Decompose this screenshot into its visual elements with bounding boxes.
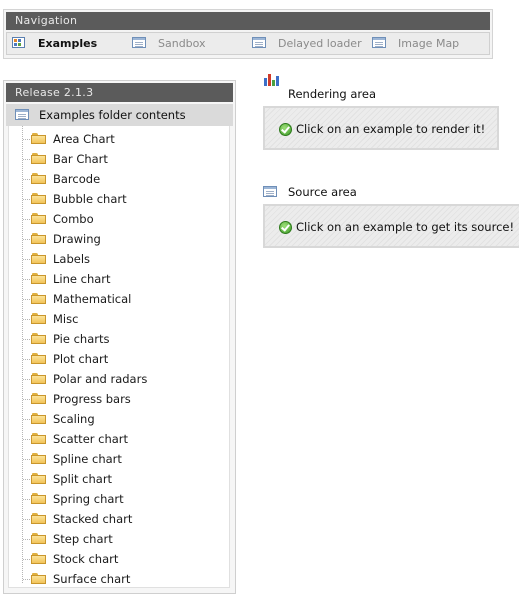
folder-icon [31,392,47,405]
folder-item[interactable]: Mathematical [9,289,229,309]
folder-item[interactable]: Misc [9,309,229,329]
tree-root-label: Examples folder contents [39,108,186,122]
folder-label: Stock chart [53,552,119,566]
document-icon [15,109,29,120]
folder-icon [31,332,47,345]
tab-label: Delayed loader [278,37,362,50]
release-header: Release 2.1.3 [6,83,233,102]
folder-label: Bar Chart [53,152,108,166]
folder-icon [31,512,47,525]
document-icon [263,186,277,197]
document-icon [252,37,266,48]
rendering-area-title: Rendering area [288,87,377,101]
grid-icon [12,37,25,48]
check-circle-icon [279,221,292,234]
folder-label: Step chart [53,532,113,546]
folder-icon [31,212,47,225]
source-message: Click on an example to get its source! [296,220,515,234]
folder-icon [31,312,47,325]
tab-sandbox[interactable]: Sandbox [132,33,232,54]
tab-label: Examples [38,37,98,50]
folder-label: Combo [53,212,94,226]
folder-item[interactable]: Plot chart [9,349,229,369]
release-panel: Release 2.1.3 Examples folder contents A… [3,80,236,594]
folder-label: Split chart [53,472,113,486]
folder-item[interactable]: Step chart [9,529,229,549]
folder-label: Mathematical [53,292,132,306]
navigation-panel: Navigation Examples Sandbox Delayed load… [3,9,493,59]
folder-icon [31,552,47,565]
tab-label: Image Map [398,37,460,50]
folder-label: Line chart [53,272,111,286]
folder-icon [31,132,47,145]
folder-label: Surface chart [53,572,131,586]
folder-item[interactable]: Split chart [9,469,229,489]
folder-item[interactable]: Area Chart [9,129,229,149]
folder-label: Stacked chart [53,512,133,526]
folder-label: Bubble chart [53,192,127,206]
folder-item[interactable]: Barcode [9,169,229,189]
tab-examples[interactable]: Examples [12,33,122,54]
folder-icon [31,432,47,445]
folder-icon [31,152,47,165]
folder-icon [31,372,47,385]
folder-item[interactable]: Stock chart [9,549,229,569]
folder-item[interactable]: Surface chart [9,569,229,589]
folder-item[interactable]: Labels [9,249,229,269]
tab-label: Sandbox [158,37,206,50]
folder-icon [31,472,47,485]
folder-item[interactable]: Scaling [9,409,229,429]
check-circle-icon [279,123,292,136]
folder-item[interactable]: Bubble chart [9,189,229,209]
folder-label: Pie charts [53,332,110,346]
document-icon [132,37,146,48]
folder-label: Misc [53,312,79,326]
tab-image-map[interactable]: Image Map [372,33,482,54]
source-area-box[interactable]: Click on an example to get its source! [263,204,519,248]
rendering-area-box[interactable]: Click on an example to render it! [263,106,499,150]
document-icon [372,37,386,48]
folder-icon [31,272,47,285]
rendering-message: Click on an example to render it! [296,122,486,136]
folder-label: Polar and radars [53,372,148,386]
folder-item[interactable]: Pie charts [9,329,229,349]
folder-icon [31,352,47,365]
folder-item[interactable]: Stacked chart [9,509,229,529]
folder-item[interactable]: Bar Chart [9,149,229,169]
folder-item[interactable]: Spring chart [9,489,229,509]
source-area-title: Source area [288,185,357,199]
folder-label: Drawing [53,232,101,246]
folder-item[interactable]: Line chart [9,269,229,289]
folder-item[interactable]: Polar and radars [9,369,229,389]
folder-label: Plot chart [53,352,109,366]
folder-label: Scatter chart [53,432,129,446]
folder-icon [31,452,47,465]
folder-icon [31,292,47,305]
folder-label: Scaling [53,412,95,426]
folder-label: Progress bars [53,392,131,406]
folder-item[interactable]: Progress bars [9,389,229,409]
tree-root[interactable]: Examples folder contents [6,104,233,126]
folder-icon [31,172,47,185]
folder-item[interactable]: Spline chart [9,449,229,469]
folder-label: Spring chart [53,492,124,506]
navigation-tabs: Examples Sandbox Delayed loader Image Ma… [6,32,490,55]
folder-icon [31,412,47,425]
folder-item[interactable]: Drawing [9,229,229,249]
folder-label: Area Chart [53,132,115,146]
folder-item[interactable]: Scatter chart [9,429,229,449]
folder-icon [31,232,47,245]
folder-item[interactable]: Combo [9,209,229,229]
folder-tree: Area Chart Bar Chart Barcode Bubble chart Co… [8,126,230,588]
folder-icon [31,192,47,205]
folder-icon [31,532,47,545]
tab-delayed-loader[interactable]: Delayed loader [252,33,372,54]
folder-icon [31,252,47,265]
navigation-header: Navigation [6,12,490,30]
folder-icon [31,492,47,505]
folder-label: Labels [53,252,91,266]
folder-icon [31,572,47,585]
folder-label: Spline chart [53,452,122,466]
folder-label: Barcode [53,172,101,186]
